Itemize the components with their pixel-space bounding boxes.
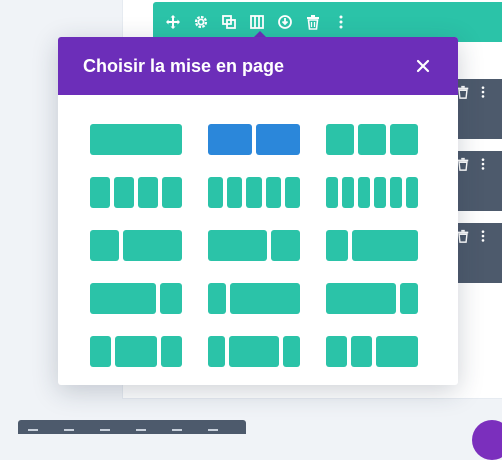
move-icon[interactable] (163, 12, 183, 32)
layout-column (90, 124, 182, 155)
more-icon[interactable] (476, 229, 490, 248)
layout-column (256, 124, 300, 155)
more-icon[interactable] (476, 157, 490, 176)
layout-option[interactable] (90, 124, 182, 155)
add-button[interactable] (472, 420, 502, 460)
layout-column (208, 124, 252, 155)
columns-icon[interactable] (247, 12, 267, 32)
layout-option[interactable] (208, 336, 300, 367)
layout-column (228, 336, 280, 367)
settings-icon[interactable] (191, 12, 211, 32)
layout-column (208, 283, 226, 314)
toolbar-icon[interactable] (136, 429, 146, 436)
save-icon[interactable] (275, 12, 295, 32)
layout-option[interactable] (326, 124, 418, 155)
layout-column (351, 336, 372, 367)
delete-icon[interactable] (456, 229, 470, 248)
layout-column (284, 177, 300, 208)
layout-column (390, 124, 418, 155)
toolbar-icon[interactable] (208, 429, 218, 436)
section-toolbar (18, 420, 246, 434)
layout-option[interactable] (208, 230, 300, 261)
toolbar-icon[interactable] (28, 429, 38, 436)
layout-column (227, 177, 243, 208)
layout-column (406, 177, 418, 208)
toolbar-icon[interactable] (64, 429, 74, 436)
toolbar-icon[interactable] (172, 429, 182, 436)
layout-column (90, 283, 156, 314)
layout-option[interactable] (208, 124, 300, 155)
layout-option[interactable] (208, 177, 300, 208)
layout-column (400, 283, 418, 314)
layout-column (246, 177, 262, 208)
layout-column (326, 336, 347, 367)
toolbar-icon[interactable] (100, 429, 110, 436)
delete-icon[interactable] (303, 12, 323, 32)
close-button[interactable] (413, 56, 433, 76)
layout-column (114, 177, 134, 208)
module-toolbar (452, 151, 502, 211)
layout-option[interactable] (208, 283, 300, 314)
layout-column (390, 177, 402, 208)
layout-option[interactable] (326, 230, 418, 261)
layout-option[interactable] (326, 177, 418, 208)
layout-column (123, 230, 182, 261)
more-icon[interactable] (476, 85, 490, 104)
layout-modal: Choisir la mise en page (58, 37, 458, 385)
delete-icon[interactable] (456, 157, 470, 176)
modal-title: Choisir la mise en page (83, 55, 285, 76)
layout-grid (90, 124, 418, 367)
layout-column (138, 177, 158, 208)
layout-column (326, 230, 348, 261)
layout-column (358, 177, 370, 208)
layout-column (162, 177, 182, 208)
layout-column (342, 177, 354, 208)
layout-column (90, 336, 111, 367)
delete-icon[interactable] (456, 85, 470, 104)
more-icon[interactable] (331, 12, 351, 32)
layout-column (208, 177, 224, 208)
layout-column (326, 177, 338, 208)
layout-column (160, 283, 182, 314)
layout-column (374, 177, 386, 208)
layout-column (358, 124, 386, 155)
layout-column (326, 124, 354, 155)
layout-option[interactable] (90, 230, 182, 261)
module-toolbar (452, 79, 502, 139)
layout-column (326, 283, 397, 314)
layout-column (229, 283, 300, 314)
layout-column (270, 230, 300, 261)
layout-option[interactable] (90, 283, 182, 314)
modal-header: Choisir la mise en page (58, 37, 458, 95)
row-toolbar (153, 2, 502, 42)
layout-column (208, 336, 225, 367)
layout-column (115, 336, 157, 367)
layout-column (208, 230, 267, 261)
layout-column (90, 177, 110, 208)
module-toolbar (452, 223, 502, 283)
close-icon (416, 59, 430, 73)
layout-column (161, 336, 182, 367)
layout-column (90, 230, 120, 261)
layout-column (265, 177, 281, 208)
layout-option[interactable] (90, 177, 182, 208)
layout-option[interactable] (90, 336, 182, 367)
layout-column (283, 336, 300, 367)
layout-column (376, 336, 418, 367)
duplicate-icon[interactable] (219, 12, 239, 32)
layout-option[interactable] (326, 283, 418, 314)
layout-option[interactable] (326, 336, 418, 367)
layout-column (352, 230, 418, 261)
